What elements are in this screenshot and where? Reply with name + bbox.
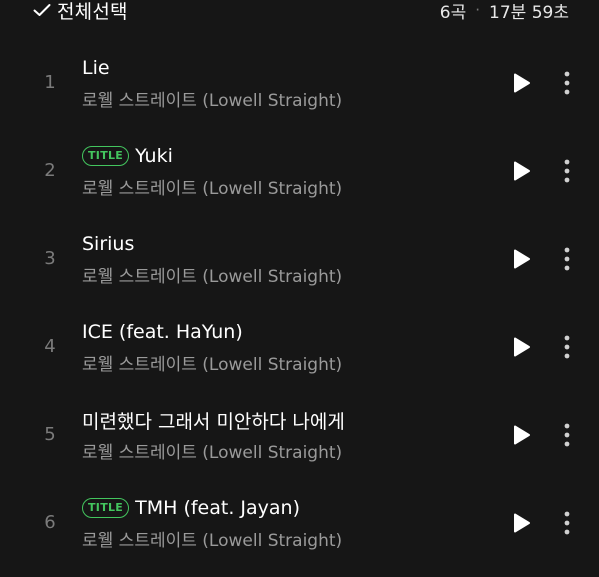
- track-row[interactable]: 1 Lie 로웰 스트레이트 (Lowell Straight): [0, 44, 599, 132]
- track-title-text: TMH (feat. Jayan): [135, 497, 301, 519]
- track-number: 1: [44, 72, 56, 93]
- track-title: Lie: [82, 55, 110, 81]
- more-vertical-icon: [564, 511, 570, 535]
- track-title-text: ICE (feat. HaYun): [82, 321, 243, 343]
- track-row[interactable]: 4 ICE (feat. HaYun) 로웰 스트레이트 (Lowell Str…: [0, 308, 599, 396]
- track-artist[interactable]: 로웰 스트레이트 (Lowell Straight): [82, 526, 342, 551]
- track-list: 1 Lie 로웰 스트레이트 (Lowell Straight) 2 TITLE…: [0, 44, 599, 572]
- play-button[interactable]: [510, 334, 534, 360]
- select-all-label: 전체선택: [57, 0, 128, 23]
- play-icon: [514, 425, 530, 445]
- more-vertical-icon: [564, 159, 570, 183]
- track-title: TITLE Yuki: [82, 143, 173, 169]
- more-options-button[interactable]: [558, 420, 576, 450]
- track-row[interactable]: 3 Sirius 로웰 스트레이트 (Lowell Straight): [0, 220, 599, 308]
- play-icon: [514, 249, 530, 269]
- track-number: 5: [44, 424, 56, 445]
- track-list-header: 전체선택 6곡 · 17분 59초: [0, 0, 599, 24]
- title-track-badge: TITLE: [82, 498, 130, 518]
- track-row[interactable]: 5 미련했다 그래서 미안하다 나에게 로웰 스트레이트 (Lowell Str…: [0, 396, 599, 484]
- play-button[interactable]: [510, 246, 534, 272]
- play-button[interactable]: [510, 422, 534, 448]
- track-title: 미련했다 그래서 미안하다 나에게: [82, 407, 345, 433]
- track-number: 6: [44, 512, 56, 533]
- more-options-button[interactable]: [558, 68, 576, 98]
- track-title-text: Sirius: [82, 233, 135, 255]
- more-vertical-icon: [564, 71, 570, 95]
- play-button[interactable]: [510, 510, 534, 536]
- track-artist[interactable]: 로웰 스트레이트 (Lowell Straight): [82, 438, 342, 463]
- track-row[interactable]: 6 TITLE TMH (feat. Jayan) 로웰 스트레이트 (Lowe…: [0, 484, 599, 572]
- play-icon: [514, 161, 530, 181]
- summary-separator: ·: [475, 1, 481, 19]
- track-title-text: Yuki: [135, 145, 173, 167]
- check-icon: [33, 4, 51, 16]
- album-summary: 6곡 · 17분 59초: [439, 0, 569, 23]
- more-vertical-icon: [564, 247, 570, 271]
- play-button[interactable]: [510, 70, 534, 96]
- select-all-button[interactable]: 전체선택: [33, 0, 128, 23]
- track-number: 3: [44, 248, 56, 269]
- more-options-button[interactable]: [558, 244, 576, 274]
- track-artist[interactable]: 로웰 스트레이트 (Lowell Straight): [82, 86, 342, 111]
- track-artist[interactable]: 로웰 스트레이트 (Lowell Straight): [82, 262, 342, 287]
- track-number: 4: [44, 336, 56, 357]
- play-icon: [514, 513, 530, 533]
- play-icon: [514, 337, 530, 357]
- track-count: 6곡: [439, 2, 467, 23]
- track-title: TITLE TMH (feat. Jayan): [82, 495, 300, 521]
- more-vertical-icon: [564, 335, 570, 359]
- track-artist[interactable]: 로웰 스트레이트 (Lowell Straight): [82, 174, 342, 199]
- play-button[interactable]: [510, 158, 534, 184]
- track-title-text: 미련했다 그래서 미안하다 나에게: [82, 410, 345, 433]
- more-vertical-icon: [564, 423, 570, 447]
- track-title-text: Lie: [82, 57, 110, 79]
- more-options-button[interactable]: [558, 156, 576, 186]
- play-icon: [514, 73, 530, 93]
- more-options-button[interactable]: [558, 332, 576, 362]
- track-title: ICE (feat. HaYun): [82, 319, 243, 345]
- track-title: Sirius: [82, 231, 134, 257]
- title-track-badge: TITLE: [82, 146, 130, 166]
- total-duration: 17분 59초: [489, 2, 569, 23]
- track-number: 2: [44, 160, 56, 181]
- track-artist[interactable]: 로웰 스트레이트 (Lowell Straight): [82, 350, 342, 375]
- more-options-button[interactable]: [558, 508, 576, 538]
- track-row[interactable]: 2 TITLE Yuki 로웰 스트레이트 (Lowell Straight): [0, 132, 599, 220]
